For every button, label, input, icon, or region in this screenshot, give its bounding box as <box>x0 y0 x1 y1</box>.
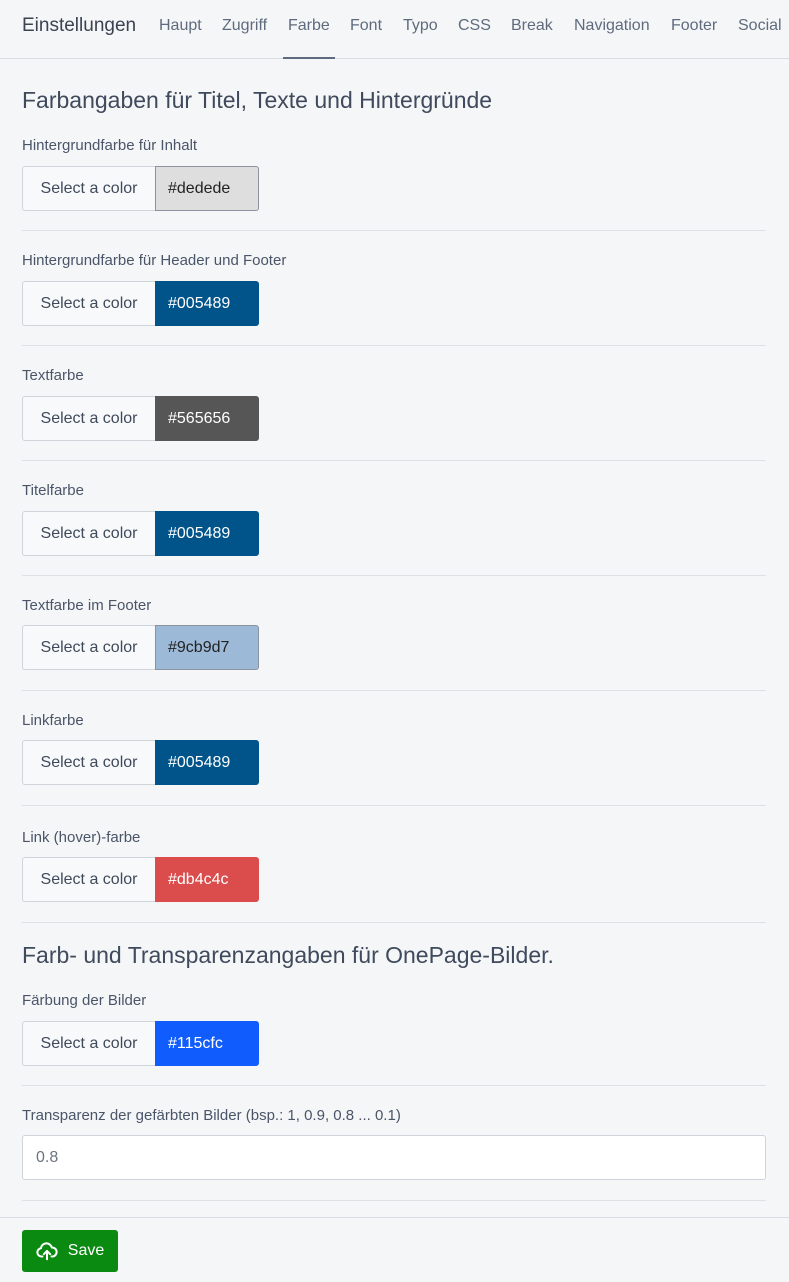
color-value-input[interactable]: #115cfc <box>155 1021 259 1066</box>
select-color-button[interactable]: Select a color <box>22 166 155 211</box>
color-picker-text-color: Select a color #565656 <box>22 396 259 441</box>
field-label-text-color: Textfarbe <box>22 367 84 384</box>
color-picker-image-tint: Select a color #115cfc <box>22 1021 259 1066</box>
tab-navigation[interactable]: Navigation <box>574 16 650 36</box>
color-picker-link-hover-color: Select a color #db4c4c <box>22 857 259 902</box>
tab-footer[interactable]: Footer <box>671 16 717 36</box>
field-label-link-hover-color: Link (hover)-farbe <box>22 829 141 846</box>
divider <box>22 1085 766 1086</box>
tab-haupt[interactable]: Haupt <box>159 16 202 36</box>
divider <box>22 345 766 346</box>
tab-typo[interactable]: Typo <box>403 16 438 36</box>
select-color-button[interactable]: Select a color <box>22 396 155 441</box>
color-picker-title-color: Select a color #005489 <box>22 511 259 556</box>
color-picker-content-background: Select a color #dedede <box>22 166 259 211</box>
divider <box>22 230 766 231</box>
field-label-content-background: Hintergrundfarbe für Inhalt <box>22 137 198 154</box>
field-label-title-color: Titelfarbe <box>22 482 84 499</box>
color-value-input[interactable]: #565656 <box>155 396 259 441</box>
select-color-button[interactable]: Select a color <box>22 511 155 556</box>
field-label-header-footer-background: Hintergrundfarbe für Header und Footer <box>22 252 287 269</box>
color-value-input[interactable]: #005489 <box>155 740 259 785</box>
footer-bar <box>0 1217 789 1282</box>
color-picker-header-footer-background: Select a color #005489 <box>22 281 259 326</box>
tab-farbe[interactable]: Farbe <box>288 16 330 36</box>
settings-title: Einstellungen <box>22 15 137 36</box>
divider <box>22 575 766 576</box>
color-value-input[interactable]: #9cb9d7 <box>155 625 259 670</box>
select-color-button[interactable]: Select a color <box>22 1021 155 1066</box>
cloud-upload-icon <box>36 1240 58 1262</box>
color-value-input[interactable]: #db4c4c <box>155 857 259 902</box>
divider <box>22 690 766 691</box>
divider <box>22 805 766 806</box>
save-button[interactable]: Save <box>22 1230 118 1272</box>
tab-zugriff[interactable]: Zugriff <box>222 16 267 36</box>
tab-social[interactable]: Social <box>738 16 782 36</box>
section-title-onepage-images: Farb- und Transparenzangaben für OnePage… <box>22 942 554 968</box>
color-value-input[interactable]: #005489 <box>155 511 259 556</box>
save-label: Save <box>67 1242 105 1259</box>
select-color-button[interactable]: Select a color <box>22 281 155 326</box>
color-value-input[interactable]: #dedede <box>155 166 259 211</box>
field-label-image-tint: Färbung der Bilder <box>22 992 147 1009</box>
field-label-transparency: Transparenz der gefärbten Bilder (bsp.: … <box>22 1107 401 1124</box>
color-picker-footer-text-color: Select a color #9cb9d7 <box>22 625 259 670</box>
color-picker-link-color: Select a color #005489 <box>22 740 259 785</box>
field-label-link-color: Linkfarbe <box>22 712 84 729</box>
color-value-input[interactable]: #005489 <box>155 281 259 326</box>
tab-font[interactable]: Font <box>350 16 382 36</box>
section-title-colors: Farbangaben für Titel, Texte und Hinterg… <box>22 87 493 113</box>
select-color-button[interactable]: Select a color <box>22 625 155 670</box>
tab-break[interactable]: Break <box>511 16 553 36</box>
active-tab-indicator <box>283 57 335 59</box>
divider <box>22 922 766 923</box>
select-color-button[interactable]: Select a color <box>22 740 155 785</box>
divider <box>22 460 766 461</box>
transparency-input[interactable]: 0.8 <box>22 1135 766 1180</box>
tab-css[interactable]: CSS <box>458 16 491 36</box>
divider <box>22 1200 766 1201</box>
top-navigation: Einstellungen Haupt Zugriff Farbe Font T… <box>0 0 789 59</box>
select-color-button[interactable]: Select a color <box>22 857 155 902</box>
field-label-footer-text-color: Textfarbe im Footer <box>22 597 152 614</box>
